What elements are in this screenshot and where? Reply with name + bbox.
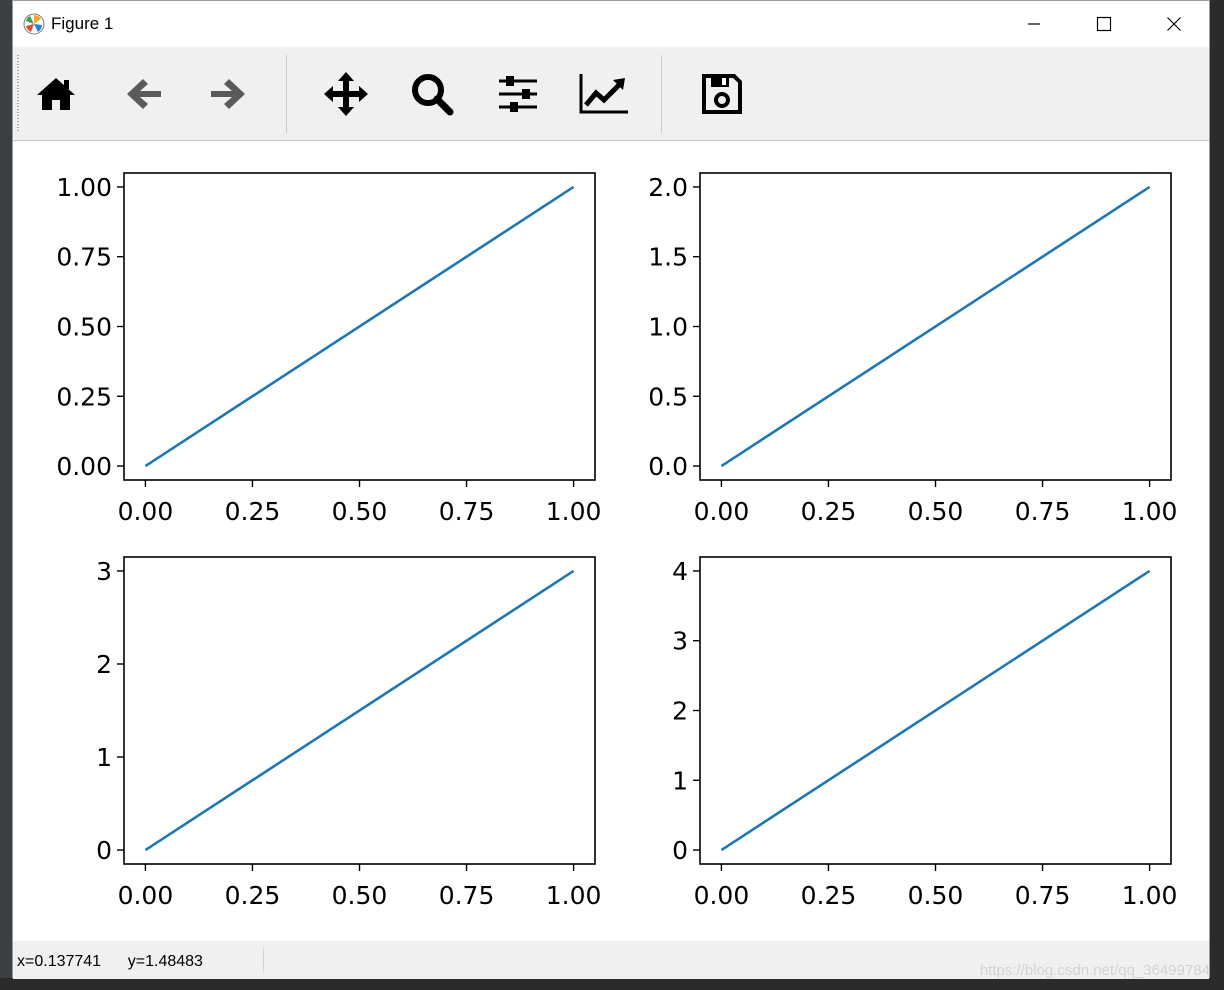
x-tick-label: 0.50 — [332, 881, 388, 910]
background-ide-left — [0, 0, 12, 990]
window-title: Figure 1 — [51, 14, 114, 33]
y-tick-label: 0 — [96, 836, 112, 865]
y-tick-label: 1 — [672, 766, 688, 795]
subplot-3: 0.00 0.25 0.50 0.75 1.00 0 1 2 3 — [96, 556, 602, 910]
x-tick-label: 0.75 — [1015, 497, 1071, 526]
x-tick-label: 1.00 — [546, 497, 602, 526]
maximize-button[interactable] — [1069, 1, 1139, 47]
toolbar-separator — [661, 55, 662, 133]
subplot-4: 0.00 0.25 0.50 0.75 1.00 0 1 2 3 4 — [672, 556, 1178, 910]
arrow-right-icon — [211, 79, 245, 109]
x-tick-label: 0.25 — [801, 881, 857, 910]
minimize-button[interactable] — [999, 1, 1069, 47]
move-icon — [324, 72, 368, 116]
navigation-toolbar — [13, 47, 1209, 141]
home-button[interactable] — [31, 69, 81, 119]
y-tick-label: 2 — [96, 650, 112, 679]
sliders-icon — [499, 76, 537, 112]
x-tick-label: 0.50 — [332, 497, 388, 526]
data-line — [144, 569, 575, 852]
cursor-coordinates: x=0.137741 y=1.48483 — [17, 953, 203, 970]
y-tick-label: 1 — [96, 743, 112, 772]
close-icon — [1167, 17, 1181, 31]
edit-axis-button[interactable] — [579, 69, 629, 119]
y-tick-label: 0.25 — [56, 382, 112, 411]
background-ide-bottom — [0, 978, 1224, 990]
y-tick-label: 2 — [672, 697, 688, 726]
status-separator — [263, 947, 264, 973]
home-icon — [37, 78, 75, 110]
x-tick-label: 1.00 — [1122, 497, 1178, 526]
x-tick-label: 0.50 — [908, 497, 964, 526]
y-tick-label: 0.00 — [56, 452, 112, 481]
save-button[interactable] — [697, 69, 747, 119]
toolbar-grip[interactable] — [17, 55, 19, 133]
y-tick-label: 0 — [672, 836, 688, 865]
figure-window: Figure 1 0.00 0.25 0.50 0.75 1.00 0.00 0… — [12, 0, 1210, 979]
x-tick-label: 0.00 — [694, 881, 750, 910]
subplot-1: 0.00 0.25 0.50 0.75 1.00 0.00 0.25 0.50 0.75 1.00 — [56, 172, 602, 526]
matplotlib-logo-icon — [23, 13, 45, 35]
y-tick-label: 4 — [672, 557, 688, 586]
y-tick-label: 0.75 — [56, 243, 112, 272]
y-tick-label: 3 — [96, 557, 112, 586]
data-line — [720, 185, 1151, 468]
magnifier-icon — [412, 74, 454, 116]
data-line — [144, 185, 575, 468]
x-tick-label: 0.25 — [225, 497, 281, 526]
figure-canvas[interactable]: 0.00 0.25 0.50 0.75 1.00 0.00 0.25 0.50 0.75 1.00… — [13, 141, 1209, 941]
x-tick-label: 0.75 — [439, 497, 495, 526]
pan-button[interactable] — [321, 69, 371, 119]
x-tick-label: 0.25 — [801, 497, 857, 526]
y-tick-label: 1.5 — [648, 243, 688, 272]
x-tick-label: 0.75 — [1015, 881, 1071, 910]
window-controls — [999, 1, 1209, 47]
figure-plots[interactable]: 0.00 0.25 0.50 0.75 1.000.000.250.500.751.00… — [13, 141, 1209, 941]
back-button[interactable] — [119, 69, 169, 119]
x-tick-label: 0.75 — [439, 881, 495, 910]
minimize-icon — [1028, 23, 1040, 25]
close-button[interactable] — [1139, 1, 1209, 47]
zoom-button[interactable] — [407, 69, 457, 119]
forward-button[interactable] — [203, 69, 253, 119]
watermark-text: https://blog.csdn.net/qq_36499784 — [979, 962, 1210, 979]
title-bar[interactable]: Figure 1 — [13, 1, 1209, 47]
arrow-left-icon — [127, 79, 161, 109]
x-tick-label: 0.00 — [118, 881, 174, 910]
maximize-icon — [1096, 16, 1112, 32]
x-tick-label: 0.00 — [694, 497, 750, 526]
y-tick-label: 0.50 — [56, 313, 112, 342]
x-tick-label: 0.25 — [225, 881, 281, 910]
y-tick-label: 0.5 — [648, 382, 688, 411]
toolbar-separator — [286, 55, 287, 133]
chart-line-icon — [579, 74, 628, 114]
x-tick-label: 0.00 — [118, 497, 174, 526]
data-line — [720, 569, 1151, 852]
floppy-disk-icon — [702, 74, 742, 114]
x-tick-label: 1.00 — [1122, 881, 1178, 910]
x-tick-label: 1.00 — [546, 881, 602, 910]
y-tick-label: 1.00 — [56, 173, 112, 202]
background-ide-right — [1210, 0, 1224, 990]
subplots-button[interactable] — [493, 69, 543, 119]
y-tick-label: 0.0 — [648, 452, 688, 481]
y-tick-label: 2.0 — [648, 173, 688, 202]
subplot-2: 0.00 0.25 0.50 0.75 1.00 0.0 0.5 1.0 1.5 2.0 — [648, 172, 1178, 526]
y-tick-label: 3 — [672, 627, 688, 656]
x-tick-label: 0.50 — [908, 881, 964, 910]
y-tick-label: 1.0 — [648, 313, 688, 342]
